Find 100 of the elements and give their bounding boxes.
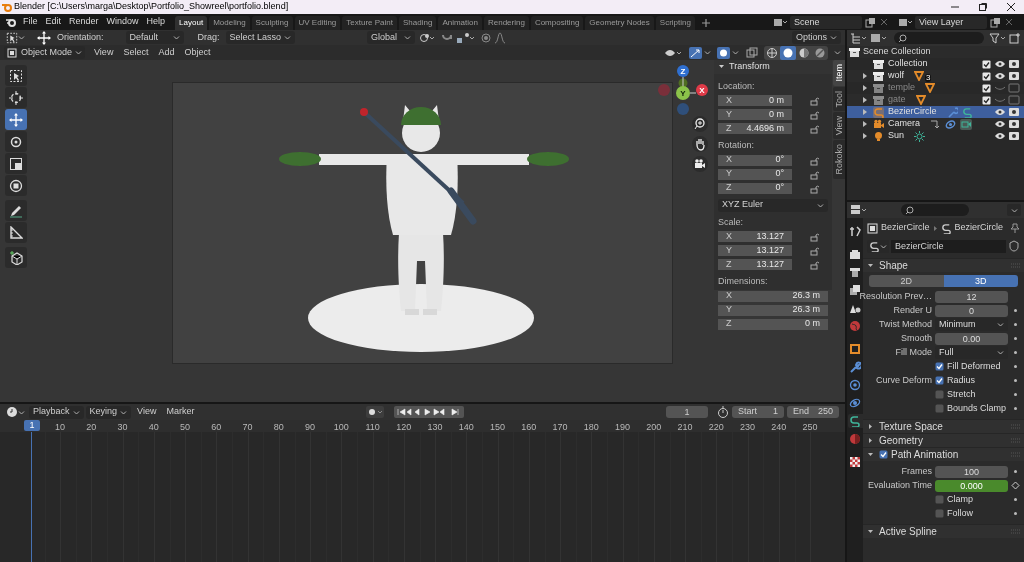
tool-button[interactable] [5, 247, 27, 268]
properties-tab[interactable] [847, 224, 863, 238]
workspace-tab[interactable]: Animation [438, 16, 482, 30]
vector-field[interactable]: Y 0 m [718, 109, 792, 120]
menu-item[interactable]: Marker [162, 405, 199, 419]
tool-button[interactable] [5, 175, 27, 196]
item-name[interactable]: BezierCircle [888, 105, 937, 119]
keyframe-dot-icon[interactable] [1012, 350, 1018, 355]
camera-icon[interactable] [1008, 106, 1020, 118]
unlocked-icon[interactable] [810, 169, 820, 180]
properties-tab[interactable] [847, 247, 863, 261]
duplicate-icon[interactable] [990, 16, 1001, 28]
properties-tab[interactable] [847, 342, 863, 356]
item-name[interactable]: wolf [888, 69, 904, 83]
keyframe-dot-icon[interactable] [1012, 469, 1018, 474]
tool-button[interactable] [5, 200, 27, 221]
unlocked-icon[interactable] [810, 246, 820, 256]
shading-button[interactable] [764, 45, 780, 60]
checkbox-label[interactable]: Fill Deformed [947, 359, 1001, 374]
proportional-icon[interactable] [480, 31, 493, 44]
keyframe-dot-icon[interactable] [1012, 336, 1018, 341]
search-field[interactable] [894, 32, 984, 44]
unlocked-icon[interactable] [810, 183, 820, 194]
workspace-tab[interactable]: Rendering [483, 16, 529, 30]
axis-handle[interactable]: Y [676, 86, 690, 100]
keyframe-dot-icon[interactable] [1012, 497, 1018, 502]
item-name[interactable]: Sun [888, 129, 904, 143]
properties-tab[interactable] [847, 414, 863, 428]
outliner-row[interactable]: BezierCircle [847, 106, 1024, 118]
number-field[interactable]: 100 [935, 465, 1008, 478]
checkbox[interactable] [982, 71, 991, 81]
eye-icon[interactable] [994, 71, 1005, 81]
axis-handle[interactable]: X [696, 84, 708, 96]
vector-field[interactable]: Y 26.3 m [718, 304, 828, 316]
sidebar-tab[interactable]: Item [833, 60, 845, 86]
dropdown[interactable]: Minimum [935, 318, 1008, 331]
menu-item[interactable]: Window [102, 15, 143, 29]
gizmo-toggle-icon[interactable] [689, 46, 702, 59]
menu-item[interactable]: Help [142, 15, 170, 29]
tool-button[interactable] [5, 153, 27, 174]
expand-triangle-icon[interactable] [861, 132, 869, 140]
menu-item[interactable]: File [19, 15, 42, 29]
sidebar-tab[interactable]: Rokoko [833, 140, 845, 179]
camera-icon[interactable] [1008, 58, 1020, 70]
scene-field[interactable]: Scene [790, 15, 862, 29]
keyframe-dot-icon[interactable] [1012, 378, 1018, 383]
blender-logo-icon[interactable] [5, 16, 17, 28]
toggle-button[interactable]: 3D [943, 275, 1018, 287]
keyframe-dot-icon[interactable] [1012, 511, 1018, 516]
vector-field[interactable]: X 26.3 m [718, 290, 828, 302]
movie-camera-icon[interactable] [692, 156, 708, 172]
vector-field[interactable]: Z 0° [718, 182, 792, 194]
sidebar-tab[interactable]: View [833, 112, 845, 140]
menu-item[interactable]: View [133, 405, 161, 419]
sun-icon[interactable] [914, 130, 925, 142]
xray-icon[interactable] [746, 46, 758, 59]
panel-header[interactable]: Path Animation [863, 447, 1024, 461]
panel-header[interactable]: Shape [863, 258, 1024, 272]
axis-handle[interactable]: Z [677, 65, 689, 77]
keyframe-dot-icon[interactable] [1012, 364, 1018, 369]
keyframe-dot-icon[interactable] [1012, 392, 1018, 397]
workspace-tab[interactable]: UV Editing [294, 16, 341, 30]
eye-icon[interactable] [994, 59, 1005, 69]
checkbox-label[interactable]: Bounds Clamp [947, 401, 1007, 416]
menu-item[interactable]: View [89, 45, 119, 60]
options-dropdown[interactable]: Options [791, 31, 841, 44]
menu-item[interactable]: Add [153, 45, 180, 60]
checkbox-label[interactable]: Stretch [947, 387, 976, 402]
panel-header[interactable]: Transform [714, 60, 832, 74]
eye-icon[interactable] [994, 119, 1005, 129]
eye-icon[interactable] [994, 131, 1005, 141]
menu-dropdown[interactable]: Keying [85, 405, 132, 419]
expand-triangle-icon[interactable] [861, 108, 869, 116]
keyframe-dot-icon[interactable] [1012, 308, 1018, 313]
vector-field[interactable]: Y 0° [718, 168, 792, 180]
workspace-tab[interactable]: Geometry Nodes [585, 16, 654, 30]
pin-icon[interactable] [1010, 223, 1020, 233]
tool-button[interactable] [5, 222, 27, 243]
checkbox[interactable] [879, 450, 888, 459]
close-icon[interactable] [1006, 2, 1016, 12]
keyframe-dot-icon[interactable] [1012, 322, 1018, 327]
view-layer-type-icon[interactable] [898, 17, 912, 27]
overlay-toggle-icon[interactable] [717, 46, 730, 59]
checkbox[interactable] [982, 59, 991, 69]
current-frame-field[interactable]: 1 [666, 406, 708, 418]
curve-icon[interactable] [961, 106, 973, 118]
tool-settings-button[interactable] [6, 31, 25, 44]
duplicate-icon[interactable] [865, 16, 876, 28]
item-name[interactable]: Camera [888, 117, 920, 131]
vector-field[interactable]: Z 0 m [718, 318, 828, 330]
vector-field[interactable]: X 13.127 [718, 231, 792, 242]
orientation-dropdown[interactable]: Default [125, 31, 184, 44]
add-icon[interactable] [699, 17, 712, 29]
move-icon[interactable] [37, 30, 51, 45]
menu-item[interactable]: Object [179, 45, 216, 60]
camera-icon[interactable] [1008, 118, 1020, 130]
unlocked-icon[interactable] [810, 232, 820, 242]
workspace-tab[interactable]: Layout [175, 16, 208, 30]
expand-triangle-icon[interactable] [861, 72, 869, 80]
search-field[interactable] [901, 204, 969, 216]
